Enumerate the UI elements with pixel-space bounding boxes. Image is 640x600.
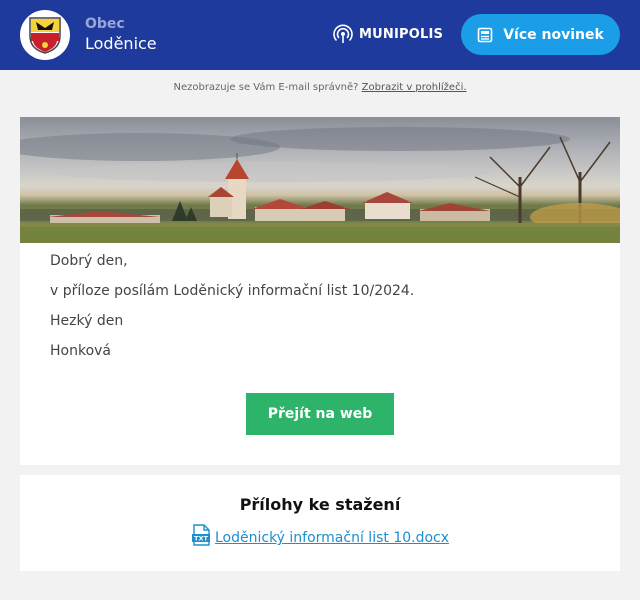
- more-news-button[interactable]: Více novinek: [461, 14, 620, 55]
- greeting-text: Dobrý den,: [50, 253, 128, 269]
- notice-text: Nezobrazuje se Vám E-mail správně?: [173, 82, 359, 93]
- municipality-crest-logo[interactable]: [20, 10, 70, 60]
- message-card: Dobrý den, v příloze posílám Loděnický i…: [20, 117, 620, 465]
- org-prefix: Obec: [85, 16, 125, 32]
- txt-file-icon: TXT: [191, 524, 210, 546]
- brand-name: MUNIPOLIS: [359, 26, 444, 42]
- signature-text: Honková: [50, 343, 112, 359]
- org-name: Loděnice: [85, 33, 157, 53]
- body-text: v příloze posílám Loděnický informační l…: [50, 283, 415, 299]
- broadcast-icon: [333, 24, 353, 43]
- view-in-browser-notice: Nezobrazuje se Vám E-mail správně? Zobra…: [0, 82, 640, 96]
- go-to-web-button[interactable]: Přejít na web: [246, 393, 394, 435]
- view-in-browser-link[interactable]: Zobrazit v prohlížeči.: [362, 82, 467, 93]
- message-body: Dobrý den, v příloze posílám Loděnický i…: [20, 243, 620, 360]
- munipolis-brand[interactable]: MUNIPOLIS: [333, 24, 443, 44]
- svg-text:TXT: TXT: [194, 535, 208, 543]
- attachment-link[interactable]: TXT Loděnický informační list 10.docx: [191, 524, 449, 546]
- closing-text: Hezký den: [50, 313, 124, 329]
- more-news-label: Více novinek: [503, 26, 604, 43]
- attachments-card: Přílohy ke stažení TXT Loděnický informa…: [20, 475, 620, 571]
- municipality-name: Obec Loděnice: [85, 16, 157, 54]
- newspaper-icon: [477, 27, 493, 42]
- village-landscape-image: [20, 117, 620, 243]
- header: Obec Loděnice MUNIPOLIS Více novinek: [0, 0, 640, 70]
- attachments-title: Přílohy ke stažení: [239, 495, 401, 514]
- attachment-filename: Loděnický informační list 10.docx: [214, 530, 450, 546]
